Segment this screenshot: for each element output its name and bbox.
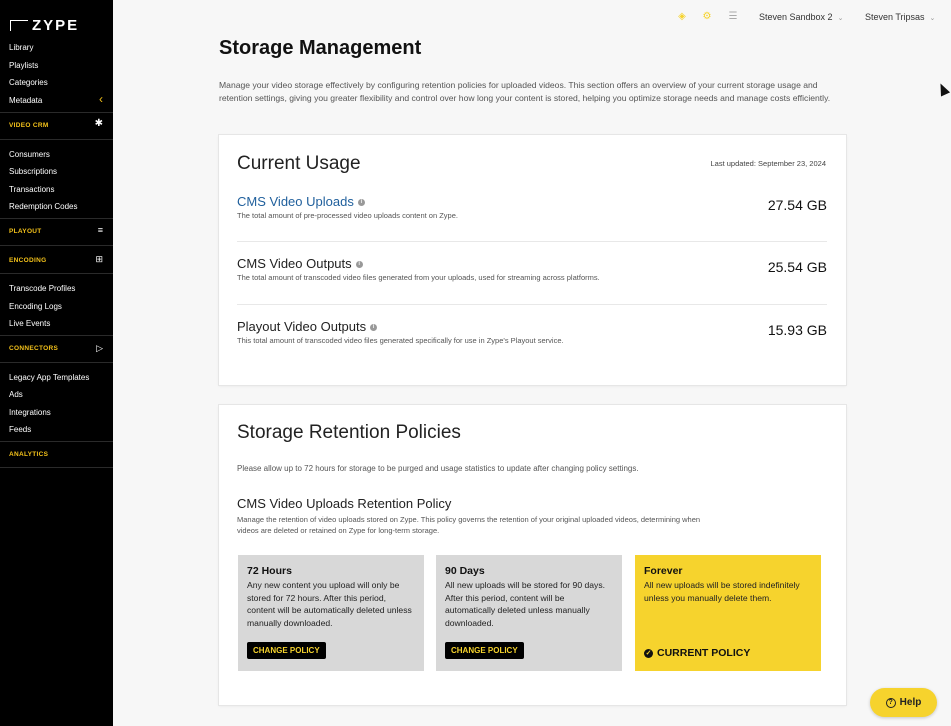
divider [237, 241, 827, 242]
divider [0, 218, 113, 219]
chevron-down-icon: ⌄ [837, 15, 844, 22]
usage-value: 25.54 GB [767, 259, 827, 275]
policy-option-text: Any new content you upload will only be … [247, 580, 412, 628]
policy-option-forever: Forever All new uploads will be stored i… [635, 555, 821, 671]
usage-value: 27.54 GB [767, 197, 827, 213]
card-title: Current Usage [237, 153, 361, 174]
section-playout[interactable]: PLAYOUT [9, 228, 42, 235]
lines-icon: ≡ [97, 225, 103, 235]
usage-value: 15.93 GB [767, 322, 827, 338]
stack-icon[interactable]: ◈ [676, 11, 688, 23]
question-circle-icon: ? [885, 697, 896, 708]
info-icon[interactable]: i [370, 324, 378, 332]
sidebar-item-categories[interactable]: Categories [9, 78, 48, 87]
page-description: Manage your video storage effectively by… [219, 80, 831, 103]
sidebar-item-encoding-logs[interactable]: Encoding Logs [9, 302, 62, 311]
change-policy-button[interactable]: CHANGE POLICY [445, 642, 524, 659]
last-updated: Last updated: September 23, 2024 [710, 159, 826, 168]
divider [0, 335, 113, 336]
section-encoding[interactable]: ENCODING [9, 257, 46, 264]
card-title: Storage Retention Policies [237, 422, 461, 443]
list-icon[interactable]: ☰ [727, 11, 739, 23]
info-icon[interactable]: i [355, 261, 363, 269]
sidebar-item-subscriptions[interactable]: Subscriptions [9, 167, 57, 176]
usage-name-text: Playout Video Outputs [237, 319, 367, 334]
policy-option-90-days: 90 Days All new uploads will be stored f… [436, 555, 622, 671]
divider [0, 362, 113, 363]
account-name: Steven Sandbox 2 [759, 12, 833, 22]
sidebar-item-transactions[interactable]: Transactions [9, 185, 55, 194]
sidebar-item-ads[interactable]: Ads [9, 390, 23, 399]
sidebar-item-library[interactable]: Library [9, 43, 33, 52]
logo-text: ZYPE [32, 17, 80, 34]
policy-description: Manage the retention of video uploads st… [237, 515, 701, 535]
play-icon: ▷ [96, 343, 103, 353]
current-usage-card: Current Usage Last updated: September 23… [219, 135, 846, 385]
usage-description: The total amount of transcoded video fil… [237, 273, 600, 282]
divider [0, 441, 113, 442]
zype-logo[interactable]: ZYPE [10, 17, 79, 34]
divider [237, 304, 827, 305]
sidebar-item-playlists[interactable]: Playlists [9, 61, 38, 70]
sidebar-item-redemption-codes[interactable]: Redemption Codes [9, 202, 77, 211]
usage-name: CMS Video Outputs i [237, 256, 363, 271]
account-switcher[interactable]: Steven Sandbox 2 ⌄ [759, 12, 843, 22]
user-menu[interactable]: Steven Tripsas ⌄ [865, 12, 935, 22]
usage-name-text: CMS Video Outputs [237, 256, 352, 271]
help-label: Help [899, 697, 922, 708]
info-icon[interactable]: i [357, 199, 365, 207]
retention-policies-card: Storage Retention Policies Please allow … [219, 405, 846, 705]
retention-note: Please allow up to 72 hours for storage … [237, 464, 639, 473]
usage-description: The total amount of pre-processed video … [237, 211, 458, 220]
usage-name-link[interactable]: CMS Video Uploads i [237, 194, 365, 209]
current-policy-label: ✓ CURRENT POLICY [644, 647, 750, 659]
help-button[interactable]: ? Help [870, 688, 937, 717]
section-analytics[interactable]: ANALYTICS [9, 451, 48, 458]
policy-title: CMS Video Uploads Retention Policy [237, 496, 452, 511]
divider [0, 467, 113, 468]
divider [0, 139, 113, 140]
divider [0, 112, 113, 113]
mouse-cursor-icon [935, 81, 951, 97]
sidebar-item-feeds[interactable]: Feeds [9, 425, 31, 434]
usage-description: This total amount of transcoded video fi… [237, 336, 564, 345]
user-name: Steven Tripsas [865, 12, 925, 22]
divider [0, 273, 113, 274]
policy-option-72-hours: 72 Hours Any new content you upload will… [238, 555, 424, 671]
usage-name: Playout Video Outputs i [237, 319, 378, 334]
grid-icon: ⊞ [95, 254, 103, 264]
sidebar-item-integrations[interactable]: Integrations [9, 408, 51, 417]
sidebar-item-live-events[interactable]: Live Events [9, 319, 50, 328]
asterisk-icon: ✱ [94, 118, 103, 129]
chevron-left-icon[interactable]: ‹ [99, 93, 103, 105]
current-policy-text: CURRENT POLICY [657, 647, 751, 659]
page-title: Storage Management [219, 37, 422, 59]
policy-option-title: Forever [644, 565, 683, 577]
usage-name-text[interactable]: CMS Video Uploads [237, 194, 354, 209]
policy-option-title: 90 Days [445, 565, 485, 577]
policy-option-text: All new uploads will be stored for 90 da… [445, 580, 606, 628]
divider [0, 245, 113, 246]
gears-icon[interactable]: ⚙ [701, 11, 713, 23]
check-circle-icon: ✓ [644, 648, 653, 658]
section-connectors[interactable]: CONNECTORS [9, 345, 58, 352]
chevron-down-icon: ⌄ [929, 15, 936, 22]
section-video-crm[interactable]: VIDEO CRM [9, 122, 49, 129]
change-policy-button[interactable]: CHANGE POLICY [247, 642, 326, 659]
sidebar: ZYPE Library Playlists Categories Metada… [0, 0, 113, 726]
sidebar-item-legacy-app-templates[interactable]: Legacy App Templates [9, 373, 89, 382]
policy-option-title: 72 Hours [247, 565, 292, 577]
sidebar-item-transcode-profiles[interactable]: Transcode Profiles [9, 284, 75, 293]
policy-option-text: All new uploads will be stored indefinit… [644, 580, 800, 603]
logo-mark-icon [10, 20, 28, 31]
sidebar-item-consumers[interactable]: Consumers [9, 150, 50, 159]
sidebar-item-metadata[interactable]: Metadata [9, 96, 42, 105]
